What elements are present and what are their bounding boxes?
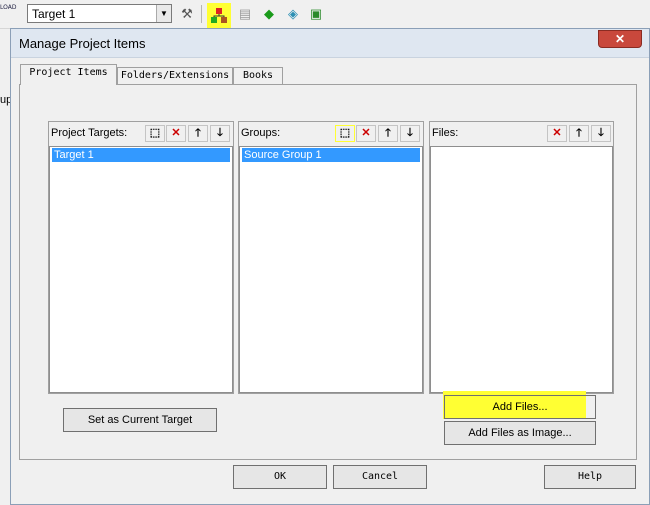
move-group-up-button[interactable]: 🡑	[378, 125, 398, 142]
green-diamond-icon[interactable]: ◆	[259, 4, 279, 24]
delete-group-button[interactable]: ✕	[356, 125, 376, 142]
add-files-button[interactable]: Add Files...	[444, 395, 596, 419]
list-item[interactable]: Target 1	[52, 148, 230, 162]
help-button[interactable]: Help	[544, 465, 636, 489]
new-group-button[interactable]: ⬚	[335, 125, 355, 142]
delete-icon: ✕	[171, 127, 181, 139]
targets-listbox[interactable]: Target 1	[49, 146, 233, 393]
move-target-down-button[interactable]: 🡓	[210, 125, 230, 142]
delete-target-button[interactable]: ✕	[166, 125, 186, 142]
manage-project-items-button[interactable]	[207, 3, 231, 30]
set-current-target-button[interactable]: Set as Current Target	[63, 408, 217, 432]
delete-file-button[interactable]: ✕	[547, 125, 567, 142]
dialog-titlebar[interactable]: Manage Project Items ✕	[11, 29, 649, 58]
new-item-icon: ⬚	[149, 127, 161, 139]
load-icon[interactable]: LOAD	[0, 4, 16, 22]
new-target-button[interactable]: ⬚	[145, 125, 165, 142]
arrow-down-icon: 🡓	[407, 127, 413, 139]
move-file-down-button[interactable]: 🡓	[591, 125, 611, 142]
manage-project-items-dialog: Manage Project Items ✕ Project Items Fol…	[10, 28, 650, 505]
move-target-up-button[interactable]: 🡑	[188, 125, 208, 142]
move-file-up-button[interactable]: 🡑	[569, 125, 589, 142]
ok-button[interactable]: OK	[233, 465, 327, 489]
toolbar: LOAD Target 1 ▼ ⚒ ▤ ◆ ◈ ▣	[0, 0, 650, 30]
project-targets-group: Project Targets: ⬚ ✕ 🡑 🡓 Target 1	[48, 121, 234, 394]
manage-project-items-icon	[211, 8, 227, 23]
list-item[interactable]: Source Group 1	[242, 148, 420, 162]
tab-books[interactable]: Books	[233, 67, 283, 84]
new-item-icon: ⬚	[339, 127, 351, 139]
cancel-button[interactable]: Cancel	[333, 465, 427, 489]
target-select[interactable]: Target 1 ▼	[27, 4, 172, 23]
project-targets-label: Project Targets:	[51, 127, 128, 139]
files-label: Files:	[432, 127, 459, 139]
move-group-down-button[interactable]: 🡓	[400, 125, 420, 142]
arrow-down-icon: 🡓	[598, 127, 604, 139]
book-diamond-icon[interactable]: ▣	[306, 4, 326, 24]
files-group: Files: ✕ 🡑 🡓	[429, 121, 614, 394]
arrow-down-icon: 🡓	[217, 127, 223, 139]
groups-label: Groups:	[241, 127, 281, 139]
arrow-up-icon: 🡑	[195, 127, 201, 139]
close-icon: ✕	[614, 32, 626, 46]
magic-wand-icon[interactable]: ⚒	[177, 4, 197, 24]
toolbar-separator	[201, 5, 202, 23]
groups-listbox[interactable]: Source Group 1	[239, 146, 423, 393]
tab-folders-extensions[interactable]: Folders/Extensions	[117, 67, 233, 84]
delete-icon: ✕	[552, 127, 562, 139]
add-files-as-image-button[interactable]: Add Files as Image...	[444, 421, 596, 445]
files-listbox[interactable]	[430, 146, 613, 393]
arrow-up-icon: 🡑	[576, 127, 582, 139]
arrow-up-icon: 🡑	[385, 127, 391, 139]
chevron-down-icon[interactable]: ▼	[156, 5, 171, 22]
dialog-title: Manage Project Items	[19, 36, 146, 51]
select-pack-icon[interactable]: ▤	[235, 4, 255, 24]
groups-group: Groups: ⬚ ✕ 🡑 🡓 Source Group 1	[238, 121, 424, 394]
target-select-value: Target 1	[32, 7, 76, 21]
delete-icon: ✕	[361, 127, 371, 139]
tab-project-items[interactable]: Project Items	[20, 64, 117, 85]
blue-diamond-icon[interactable]: ◈	[283, 4, 303, 24]
close-button[interactable]: ✕	[598, 30, 642, 48]
